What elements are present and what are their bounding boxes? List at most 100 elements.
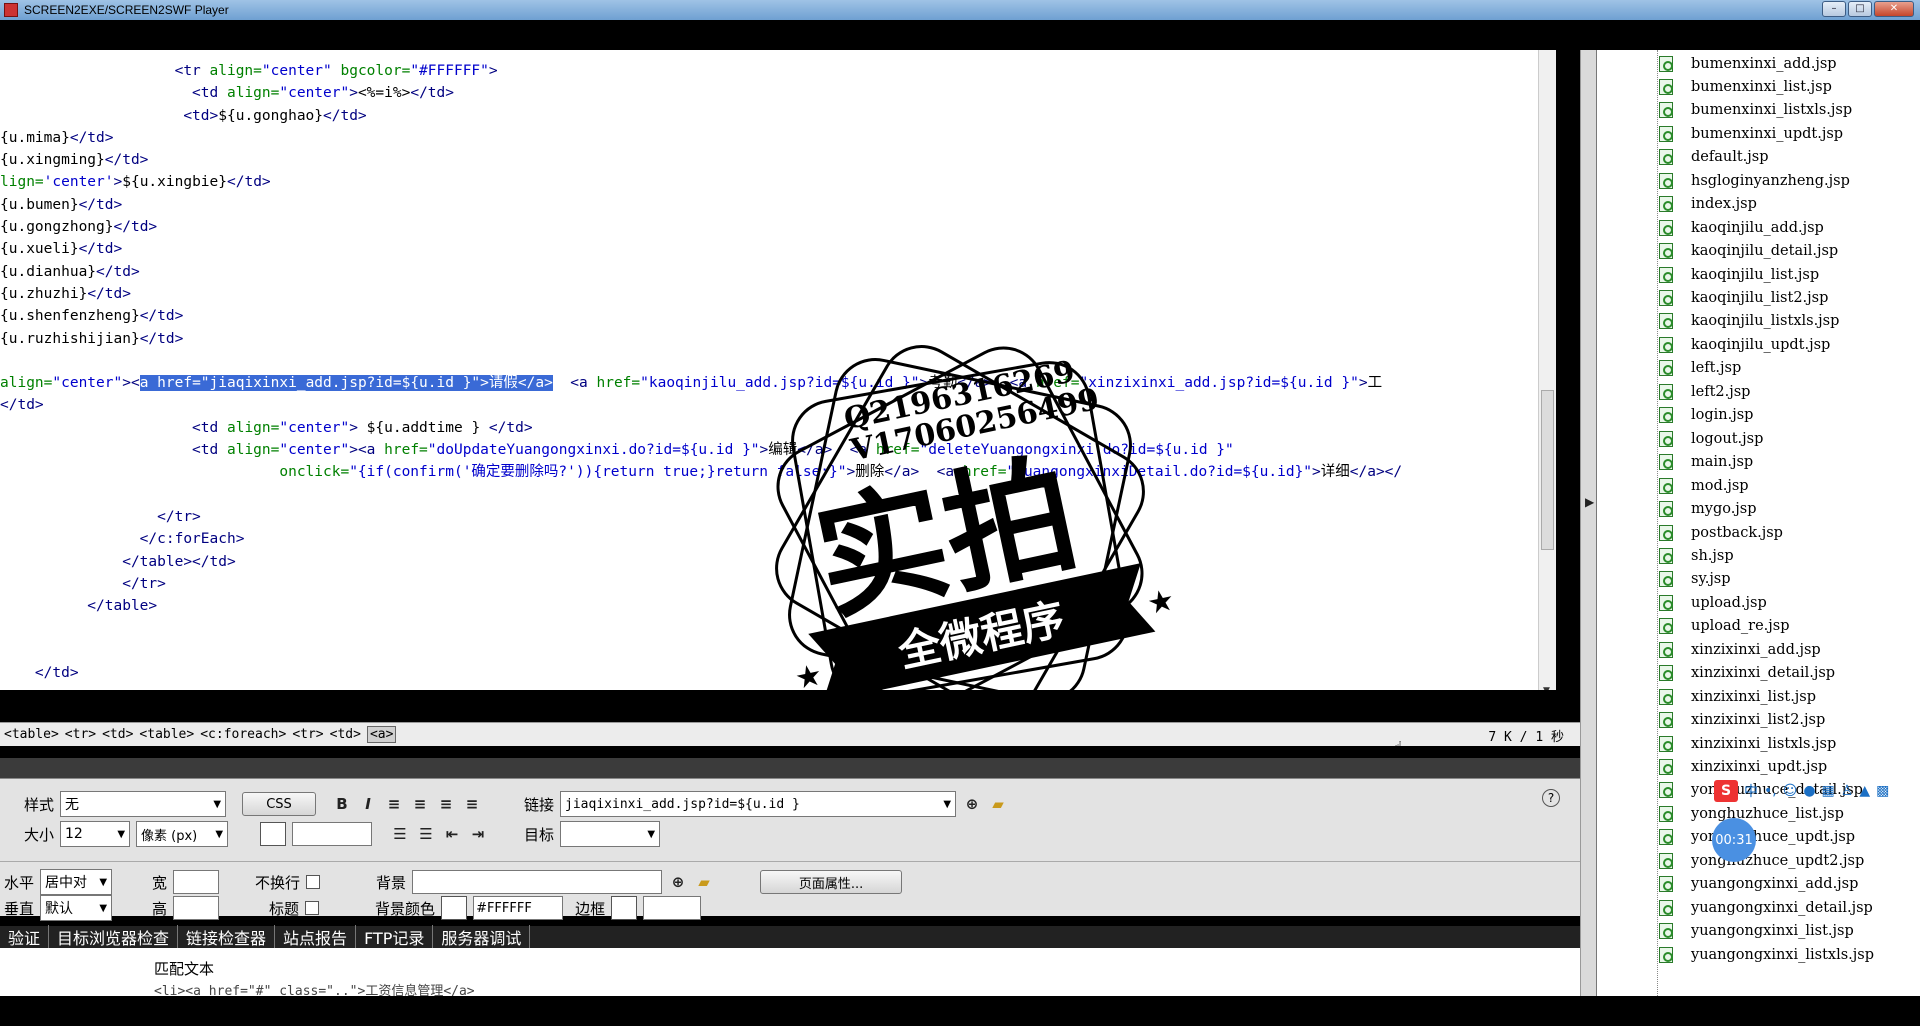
text-color-swatch[interactable]: [260, 822, 287, 846]
code-line[interactable]: lign='center'>${u.xingbie}</td>: [0, 171, 1540, 193]
ime-mode[interactable]: 中: [1744, 781, 1758, 801]
file-tree-item[interactable]: kaoqinjilu_list2.jsp: [1659, 287, 1828, 310]
ime-logo-icon[interactable]: S: [1714, 780, 1738, 802]
file-tree-item[interactable]: left2.jsp: [1659, 380, 1750, 403]
close-button[interactable]: ✕: [1874, 1, 1914, 17]
file-tree-item[interactable]: xinzixinxi_list.jsp: [1659, 685, 1816, 708]
horizontal-align-select[interactable]: 居中对 ▼: [40, 869, 113, 895]
crumb-a[interactable]: <a>: [366, 726, 397, 743]
unit-select[interactable]: 像素 (px) ▼: [136, 821, 229, 847]
vertical-align-select[interactable]: 默认 ▼: [40, 895, 113, 921]
file-tree-item[interactable]: login.jsp: [1659, 404, 1753, 427]
file-tree-item[interactable]: mod.jsp: [1659, 474, 1749, 497]
file-tree-item[interactable]: bumenxinxi_listxls.jsp: [1659, 99, 1852, 122]
file-tree-item[interactable]: sy.jsp: [1659, 568, 1731, 591]
bgcolor-field[interactable]: #FFFFFF: [473, 896, 564, 920]
punctuation-icon[interactable]: •,: [1764, 783, 1777, 799]
link-select[interactable]: jiaqixinxi_add.jsp?id=${u.id } ▼: [560, 791, 957, 817]
point-to-file-icon[interactable]: ⊕: [962, 795, 982, 813]
tab-server-debug[interactable]: 服务器调试: [433, 925, 531, 949]
code-line[interactable]: {u.dianhua}</td>: [0, 261, 1540, 283]
code-line[interactable]: <tr align="center" bgcolor="#FFFFFF">: [0, 60, 1540, 82]
crumb-foreach[interactable]: <c:foreach>: [200, 727, 286, 742]
crumb-table[interactable]: <table>: [4, 727, 59, 742]
file-tree-item[interactable]: yuangongxinxi_add.jsp: [1659, 873, 1858, 896]
file-tree-item[interactable]: bumenxinxi_add.jsp: [1659, 52, 1837, 75]
bold-button[interactable]: B: [332, 795, 352, 813]
user-icon[interactable]: ♙: [1841, 783, 1854, 799]
crumb-tr[interactable]: <tr>: [65, 727, 96, 742]
text-color-field[interactable]: [292, 822, 373, 846]
keyboard-icon[interactable]: ▦: [1822, 783, 1835, 799]
indent-icon[interactable]: ⇥: [468, 825, 488, 843]
align-right-icon[interactable]: ≡: [436, 795, 456, 813]
skin-icon[interactable]: ▲: [1859, 783, 1870, 799]
file-tree-item[interactable]: kaoqinjilu_detail.jsp: [1659, 240, 1838, 263]
tab-link-checker[interactable]: 链接检查器: [178, 925, 276, 949]
minimize-button[interactable]: –: [1822, 1, 1846, 17]
file-tree-item[interactable]: left.jsp: [1659, 357, 1741, 380]
tab-validation[interactable]: 验证: [0, 925, 50, 949]
crumb-td[interactable]: <td>: [102, 727, 133, 742]
tab-browser-check[interactable]: 目标浏览器检查: [49, 925, 179, 949]
panel-splitter[interactable]: ▶: [1580, 50, 1596, 996]
align-center-icon[interactable]: ≡: [410, 795, 430, 813]
code-line[interactable]: <td>${u.gonghao}</td>: [0, 105, 1540, 127]
grid-icon[interactable]: ▩: [1876, 783, 1889, 799]
italic-button[interactable]: I: [358, 795, 378, 813]
font-size-select[interactable]: 12 ▼: [60, 821, 131, 847]
css-button[interactable]: CSS: [242, 792, 317, 816]
scroll-thumb[interactable]: [1541, 390, 1554, 550]
file-tree-item[interactable]: yuangongxinxi_list.jsp: [1659, 920, 1854, 943]
height-field[interactable]: [173, 896, 220, 920]
file-tree-item[interactable]: upload_re.jsp: [1659, 615, 1790, 638]
file-tree-item[interactable]: yonghuzhuce_list.jsp: [1659, 802, 1844, 825]
point-to-file-icon[interactable]: ⊕: [668, 873, 688, 891]
file-tree-item[interactable]: xinzixinxi_updt.jsp: [1659, 756, 1827, 779]
style-select[interactable]: 无 ▼: [60, 791, 227, 817]
file-tree-item[interactable]: yonghuzhuce_updt.jsp: [1659, 826, 1855, 849]
code-line[interactable]: {u.gongzhong}</td>: [0, 216, 1540, 238]
background-field[interactable]: [412, 870, 663, 894]
file-tree-item[interactable]: index.jsp: [1659, 193, 1757, 216]
border-color-swatch[interactable]: [611, 896, 638, 920]
file-tree-item[interactable]: main.jsp: [1659, 451, 1753, 474]
file-tree-item[interactable]: sh.jsp: [1659, 544, 1734, 567]
folder-icon[interactable]: ▰: [694, 873, 714, 891]
file-tree-item[interactable]: yuangongxinxi_listxls.jsp: [1659, 943, 1874, 966]
bgcolor-swatch[interactable]: [441, 896, 468, 920]
emoji-icon[interactable]: ☺: [1783, 783, 1798, 799]
file-tree-item[interactable]: xinzixinxi_add.jsp: [1659, 638, 1821, 661]
file-tree-item[interactable]: default.jsp: [1659, 146, 1769, 169]
page-properties-button[interactable]: 页面属性...: [760, 870, 903, 894]
ordered-list-icon[interactable]: ☰: [416, 825, 436, 843]
file-tree-item[interactable]: yuangongxinxi_detail.jsp: [1659, 896, 1873, 919]
maximize-button[interactable]: □: [1848, 1, 1872, 17]
unordered-list-icon[interactable]: ☰: [390, 825, 410, 843]
file-tree-item[interactable]: hsgloginyanzheng.jsp: [1659, 169, 1850, 192]
file-tree-item[interactable]: xinzixinxi_listxls.jsp: [1659, 732, 1836, 755]
crumb-td-inner[interactable]: <td>: [330, 727, 361, 742]
file-tree-item[interactable]: yonghuzhuce_updt2.jsp: [1659, 849, 1864, 872]
file-tree-item[interactable]: postback.jsp: [1659, 521, 1783, 544]
crumb-table-inner[interactable]: <table>: [139, 727, 194, 742]
help-icon[interactable]: ?: [1542, 789, 1560, 807]
target-select[interactable]: ▼: [560, 821, 661, 847]
file-tree-item[interactable]: logout.jsp: [1659, 427, 1763, 450]
outdent-icon[interactable]: ⇤: [442, 825, 462, 843]
file-tree-item[interactable]: bumenxinxi_updt.jsp: [1659, 122, 1843, 145]
microphone-icon[interactable]: ●: [1803, 783, 1815, 799]
file-tree-item[interactable]: upload.jsp: [1659, 591, 1767, 614]
code-line[interactable]: <td align="center"><%=i%></td>: [0, 82, 1540, 104]
file-tree-item[interactable]: kaoqinjilu_listxls.jsp: [1659, 310, 1839, 333]
vertical-scrollbar[interactable]: ▼: [1538, 50, 1556, 690]
code-line[interactable]: {u.bumen}</td>: [0, 194, 1540, 216]
file-tree-item[interactable]: mygo.jsp: [1659, 498, 1757, 521]
nowrap-checkbox[interactable]: [306, 875, 321, 889]
file-tree-item[interactable]: kaoqinjilu_list.jsp: [1659, 263, 1819, 286]
expand-panel-icon[interactable]: ▶: [1585, 495, 1594, 509]
align-justify-icon[interactable]: ≡: [462, 795, 482, 813]
width-field[interactable]: [173, 870, 220, 894]
code-line[interactable]: {u.xingming}</td>: [0, 149, 1540, 171]
folder-icon[interactable]: ▰: [988, 795, 1008, 813]
